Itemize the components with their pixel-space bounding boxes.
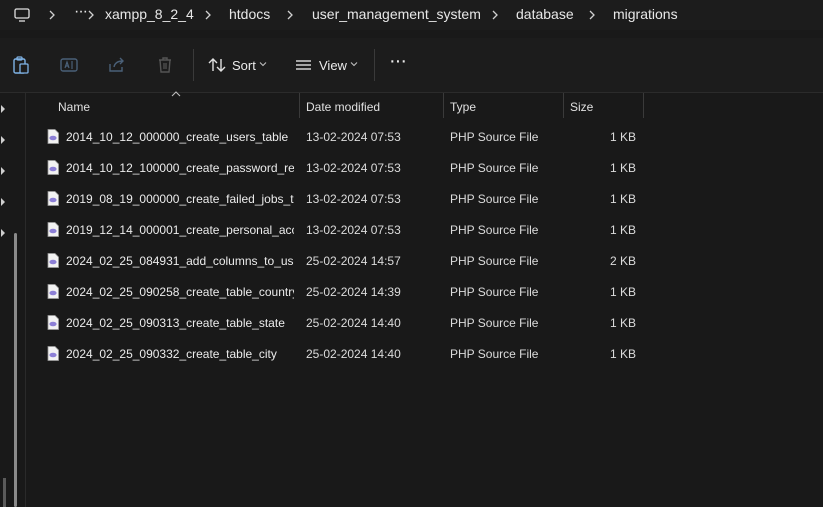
- file-size: 1 KB: [609, 316, 636, 330]
- file-name[interactable]: 2014_10_12_000000_create_users_table: [66, 130, 294, 144]
- file-size: 1 KB: [609, 223, 636, 237]
- trash-icon: [159, 57, 171, 73]
- clipboard-icon[interactable]: [11, 55, 31, 75]
- file-size: 1 KB: [609, 347, 636, 361]
- navigation-scrollbar-thumb[interactable]: [3, 478, 6, 507]
- chevron-right-icon[interactable]: [585, 7, 599, 23]
- rename-icon: [60, 58, 78, 72]
- list-view-icon[interactable]: [294, 55, 314, 75]
- php-file-icon: [47, 222, 59, 237]
- sort-arrows-icon[interactable]: [207, 55, 227, 75]
- php-file-icon: [47, 284, 59, 299]
- file-type: PHP Source File: [450, 316, 539, 330]
- file-size: 1 KB: [609, 130, 636, 144]
- file-name[interactable]: 2019_08_19_000000_create_failed_jobs_ta.…: [66, 192, 294, 206]
- navigation-scrollbar[interactable]: [14, 233, 17, 507]
- file-type: PHP Source File: [450, 285, 539, 299]
- column-header-type[interactable]: Type: [444, 95, 563, 119]
- file-row[interactable]: 2019_12_14_000001_create_personal_acce..…: [27, 215, 823, 246]
- share-icon: [109, 57, 124, 72]
- chevron-right-icon[interactable]: [0, 228, 8, 238]
- breadcrumb-item-xampp[interactable]: xampp_8_2_4: [105, 6, 194, 22]
- chevron-down-icon[interactable]: [259, 60, 267, 68]
- file-type: PHP Source File: [450, 254, 539, 268]
- file-type: PHP Source File: [450, 223, 539, 237]
- php-file-icon: [47, 253, 59, 268]
- chevron-right-icon[interactable]: [0, 166, 8, 176]
- file-date-modified: 25-02-2024 14:40: [306, 316, 401, 330]
- view-button[interactable]: View: [319, 58, 347, 73]
- file-row[interactable]: 2014_10_12_000000_create_users_table 13-0…: [27, 122, 823, 153]
- column-header-size[interactable]: Size: [564, 95, 643, 119]
- file-name[interactable]: 2024_02_25_084931_add_columns_to_users: [66, 254, 294, 268]
- chevron-right-icon[interactable]: [488, 7, 502, 23]
- file-size: 1 KB: [609, 192, 636, 206]
- file-row[interactable]: 2019_08_19_000000_create_failed_jobs_ta.…: [27, 184, 823, 215]
- chevron-right-icon[interactable]: [45, 7, 59, 23]
- address-bar: ··· xampp_8_2_4 htdocs user_management_s…: [0, 0, 823, 30]
- file-type: PHP Source File: [450, 192, 539, 206]
- monitor-icon[interactable]: [14, 7, 30, 23]
- command-bar: Sort View ···: [0, 38, 823, 93]
- chevron-right-icon[interactable]: [201, 7, 215, 23]
- php-file-icon: [47, 191, 59, 206]
- file-row[interactable]: 2024_02_25_090313_create_table_state 25-0…: [27, 308, 823, 339]
- toolbar-divider: [374, 49, 375, 81]
- php-file-icon: [47, 160, 59, 175]
- file-date-modified: 25-02-2024 14:57: [306, 254, 401, 268]
- more-options-button[interactable]: ···: [389, 50, 407, 73]
- file-row[interactable]: 2024_02_25_090258_create_table_country 25…: [27, 277, 823, 308]
- file-name[interactable]: 2024_02_25_090332_create_table_city: [66, 347, 294, 361]
- file-date-modified: 13-02-2024 07:53: [306, 130, 401, 144]
- column-header-name[interactable]: Name: [52, 95, 299, 119]
- file-date-modified: 13-02-2024 07:53: [306, 192, 401, 206]
- file-row[interactable]: 2024_02_25_084931_add_columns_to_users 25…: [27, 246, 823, 277]
- breadcrumb-item-database[interactable]: database: [516, 6, 574, 22]
- php-file-icon: [47, 315, 59, 330]
- file-date-modified: 13-02-2024 07:53: [306, 223, 401, 237]
- column-header-date-modified[interactable]: Date modified: [300, 95, 443, 119]
- file-date-modified: 25-02-2024 14:39: [306, 285, 401, 299]
- toolbar-divider: [193, 49, 194, 81]
- chevron-right-icon[interactable]: [0, 135, 8, 145]
- chevron-right-icon[interactable]: [0, 104, 8, 114]
- file-type: PHP Source File: [450, 161, 539, 175]
- navigation-pane: [0, 93, 26, 507]
- chevron-right-icon[interactable]: [0, 197, 8, 207]
- file-size: 1 KB: [609, 161, 636, 175]
- chevron-down-icon[interactable]: [350, 60, 358, 68]
- file-size: 1 KB: [609, 285, 636, 299]
- chevron-right-icon[interactable]: [283, 7, 297, 23]
- php-file-icon: [47, 346, 59, 361]
- file-name[interactable]: 2024_02_25_090313_create_table_state: [66, 316, 294, 330]
- file-row[interactable]: 2014_10_12_100000_create_password_rese..…: [27, 153, 823, 184]
- file-row[interactable]: 2024_02_25_090332_create_table_city 25-02…: [27, 339, 823, 370]
- file-type: PHP Source File: [450, 130, 539, 144]
- breadcrumb-item-htdocs[interactable]: htdocs: [229, 6, 270, 22]
- php-file-icon: [47, 129, 59, 144]
- sort-button[interactable]: Sort: [232, 58, 256, 73]
- breadcrumb-item-user-management-system[interactable]: user_management_system: [312, 6, 481, 22]
- chevron-right-icon[interactable]: [84, 7, 98, 23]
- file-name[interactable]: 2024_02_25_090258_create_table_country: [66, 285, 294, 299]
- file-type: PHP Source File: [450, 347, 539, 361]
- file-date-modified: 13-02-2024 07:53: [306, 161, 401, 175]
- file-size: 2 KB: [609, 254, 636, 268]
- file-date-modified: 25-02-2024 14:40: [306, 347, 401, 361]
- breadcrumb-item-migrations[interactable]: migrations: [613, 6, 678, 22]
- column-divider[interactable]: [643, 93, 644, 118]
- file-name[interactable]: 2014_10_12_100000_create_password_rese..…: [66, 161, 294, 175]
- file-name[interactable]: 2019_12_14_000001_create_personal_acce..…: [66, 223, 294, 237]
